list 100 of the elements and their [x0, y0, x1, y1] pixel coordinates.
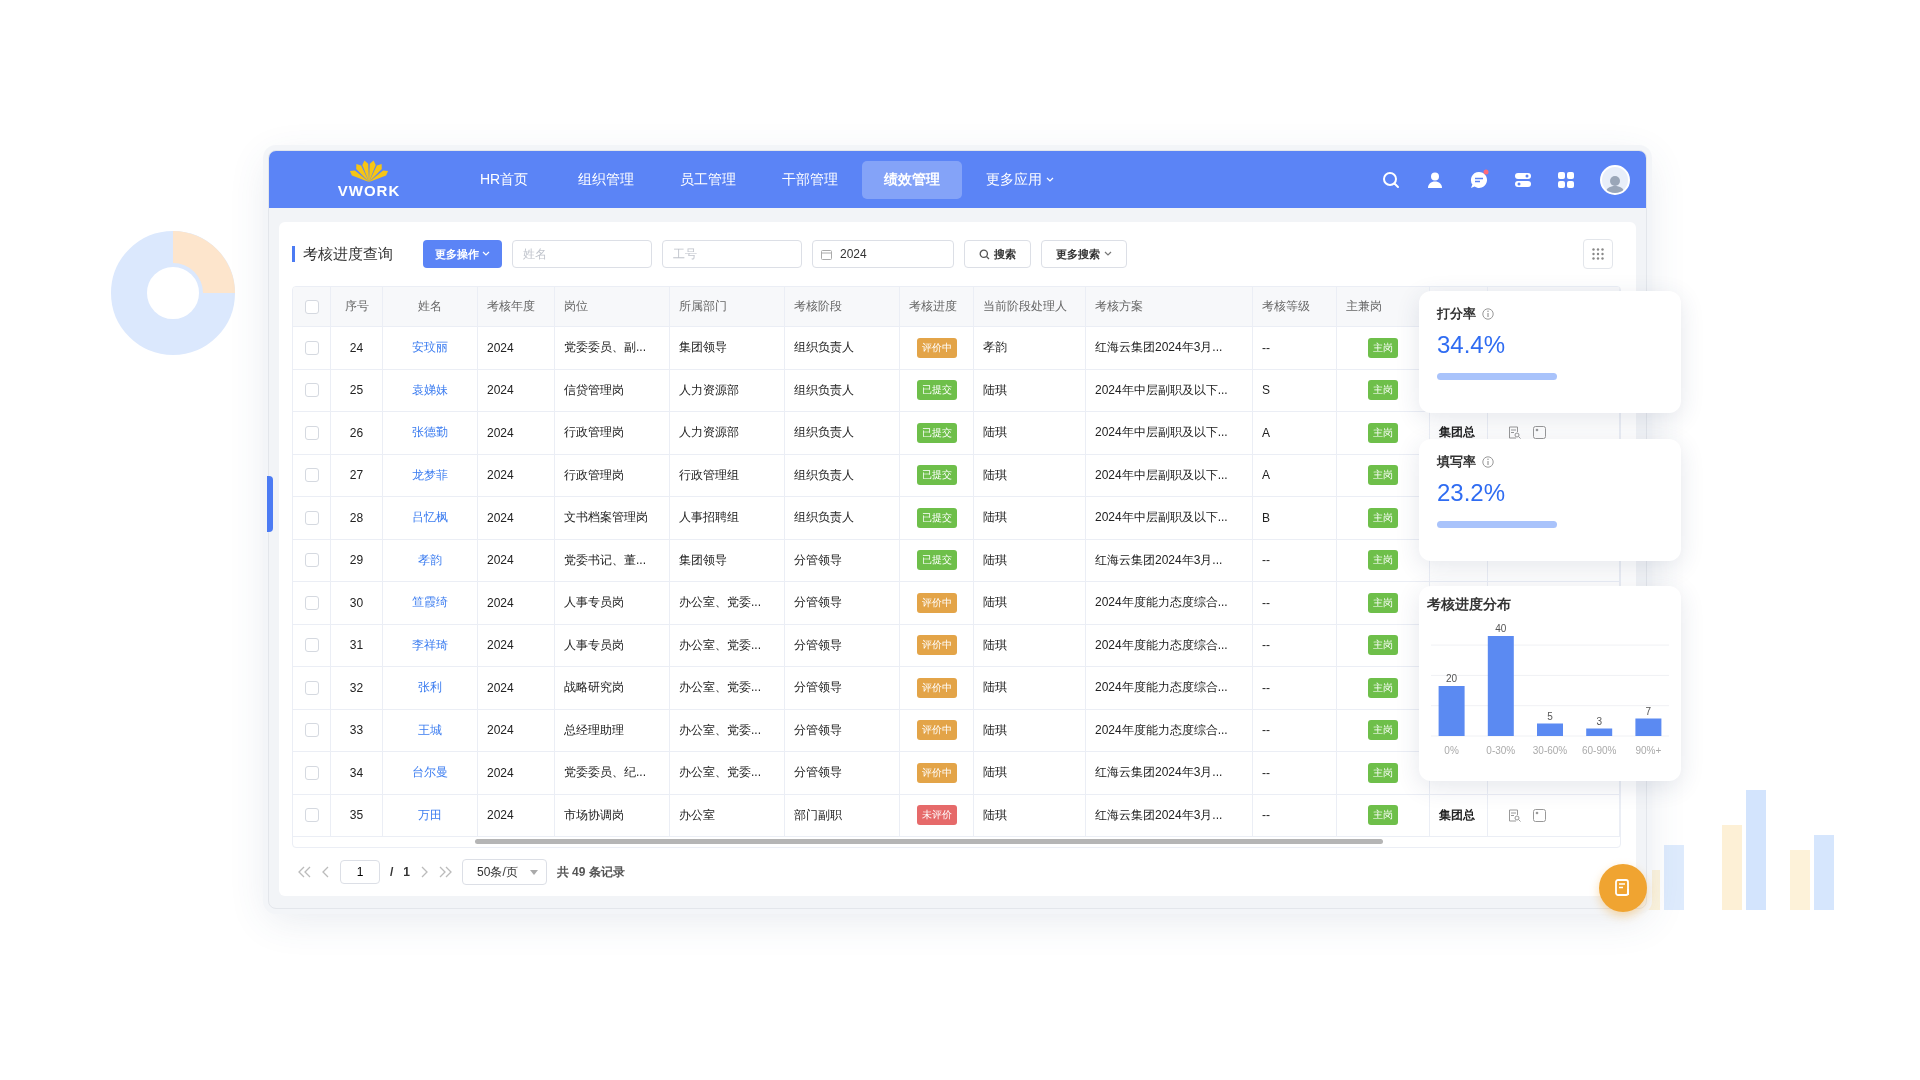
row-checkbox[interactable] — [304, 468, 319, 483]
employee-name-link[interactable]: 李祥琦 — [412, 636, 448, 654]
column-settings-button[interactable] — [1583, 239, 1613, 269]
feedback-button[interactable] — [1599, 864, 1647, 912]
row-checkbox[interactable] — [304, 553, 319, 568]
employee-name-link[interactable]: 吕忆枫 — [412, 509, 448, 527]
table-cell: 市场协调岗 — [555, 794, 670, 836]
table-cell: 2024 — [478, 497, 555, 539]
row-checkbox[interactable] — [304, 595, 319, 610]
employee-name-link[interactable]: 万田 — [418, 806, 442, 824]
row-checkbox[interactable] — [304, 723, 319, 738]
table-cell: 陆琪 — [974, 709, 1086, 751]
post-type-tag: 主岗 — [1368, 507, 1398, 528]
info-icon[interactable] — [1482, 308, 1494, 320]
column-header: 考核进度 — [900, 287, 974, 326]
employee-name-link[interactable]: 孝韵 — [418, 551, 442, 569]
row-checkbox[interactable] — [304, 765, 319, 780]
horizontal-scrollbar[interactable] — [475, 839, 1383, 844]
table-cell: 组织负责人 — [785, 412, 900, 454]
document-search-icon[interactable] — [1508, 808, 1521, 822]
toggle-icon[interactable] — [1514, 171, 1532, 188]
search-button[interactable]: 搜索 — [964, 240, 1031, 268]
table-cell: 26 — [331, 412, 383, 454]
category-label: 0-30% — [1486, 745, 1516, 756]
row-checkbox[interactable] — [304, 510, 319, 525]
table-cell: A — [1253, 454, 1337, 496]
chat-icon[interactable] — [1470, 170, 1488, 189]
first-page-icon[interactable] — [298, 866, 312, 878]
page-number-field[interactable]: 1 — [340, 860, 380, 884]
table-cell: 人力资源部 — [670, 412, 785, 454]
name-field[interactable]: 姓名 — [512, 240, 652, 268]
status-tag: 已提交 — [916, 380, 957, 401]
table-cell: 28 — [331, 497, 383, 539]
row-checkbox[interactable] — [304, 383, 319, 398]
bar-value-label: 40 — [1495, 623, 1507, 634]
employee-name-link[interactable]: 王城 — [418, 721, 442, 739]
last-page-icon[interactable] — [438, 866, 453, 878]
sidebar-handle[interactable] — [267, 476, 273, 532]
nav-tab[interactable]: 绩效管理 — [862, 160, 962, 199]
employee-name-link[interactable]: 台尔曼 — [412, 764, 448, 782]
row-checkbox[interactable] — [304, 425, 319, 440]
nav-tab[interactable]: 组织管理 — [556, 160, 656, 199]
table-cell: -- — [1253, 709, 1337, 751]
column-header: 序号 — [331, 287, 383, 326]
record-count: 共 49 条记录 — [556, 863, 625, 881]
page-size-select[interactable]: 50条/页 — [462, 859, 547, 885]
table-cell: A — [1253, 412, 1337, 454]
column-header: 考核年度 — [478, 287, 555, 326]
logo[interactable]: VWORK — [314, 160, 424, 199]
previous-page-icon[interactable] — [322, 866, 330, 878]
employee-name-link[interactable]: 笪霞绮 — [412, 594, 448, 612]
row-checkbox[interactable] — [304, 340, 319, 355]
document-search-icon[interactable] — [1508, 426, 1521, 440]
table-cell: 党委委员、纪... — [555, 752, 670, 794]
nav-tab[interactable]: 干部管理 — [760, 160, 860, 199]
more-actions-button[interactable]: 更多操作 — [423, 240, 502, 268]
info-icon[interactable] — [1482, 456, 1494, 468]
post-type-tag: 主岗 — [1368, 677, 1398, 698]
employee-name-link[interactable]: 袁娣妹 — [412, 381, 448, 399]
table-cell: 陆琪 — [974, 369, 1086, 411]
more-search-button[interactable]: 更多搜索 — [1041, 240, 1127, 268]
table-cell: 孝韵 — [974, 327, 1086, 369]
nav-tab[interactable]: 员工管理 — [658, 160, 758, 199]
nav-tab[interactable]: 更多应用 — [964, 160, 1076, 199]
row-checkbox[interactable] — [304, 638, 319, 653]
table-cell: 分管领导 — [785, 539, 900, 581]
employee-name-link[interactable]: 张德勤 — [412, 424, 448, 442]
avatar[interactable] — [1600, 164, 1630, 195]
table-cell: -- — [1253, 752, 1337, 794]
table-cell: 分管领导 — [785, 667, 900, 709]
page-separator: / — [390, 865, 394, 879]
row-checkbox[interactable] — [304, 808, 319, 823]
row-checkbox[interactable] — [304, 680, 319, 695]
table-cell: -- — [1253, 794, 1337, 836]
table-cell: 2024 — [478, 369, 555, 411]
status-tag: 评价中 — [916, 635, 957, 656]
next-page-icon[interactable] — [420, 866, 429, 878]
employee-id-field[interactable]: 工号 — [662, 240, 802, 268]
search-icon[interactable] — [1382, 170, 1400, 189]
post-type-tag: 主岗 — [1368, 805, 1398, 826]
table-cell: 2024 — [478, 539, 555, 581]
decorative-bar — [1790, 850, 1810, 910]
user-icon[interactable] — [1426, 170, 1444, 189]
select-all-checkbox[interactable] — [304, 299, 319, 314]
table-cell: 人力资源部 — [670, 369, 785, 411]
year-field[interactable]: 2024 — [812, 240, 954, 268]
dot-grid-icon — [1592, 248, 1604, 260]
apps-icon[interactable] — [1558, 171, 1574, 188]
post-type-tag: 主岗 — [1368, 635, 1398, 656]
chart-title: 考核进度分布 — [1427, 596, 1512, 614]
table-cell: 2024 — [478, 794, 555, 836]
table-cell: 陆琪 — [974, 582, 1086, 624]
image-icon[interactable] — [1533, 808, 1546, 822]
table-cell: 陆琪 — [974, 539, 1086, 581]
employee-name-link[interactable]: 张利 — [418, 679, 442, 697]
nav-tab[interactable]: HR首页 — [454, 160, 554, 199]
image-icon[interactable] — [1533, 426, 1546, 440]
employee-name-link[interactable]: 安玟丽 — [412, 339, 448, 357]
table-cell: 2024 — [478, 454, 555, 496]
employee-name-link[interactable]: 龙梦菲 — [412, 466, 448, 484]
